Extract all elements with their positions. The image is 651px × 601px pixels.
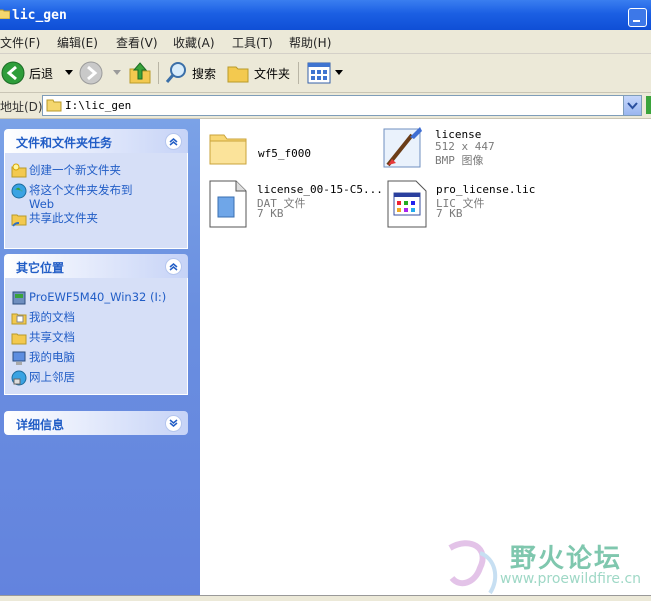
computer-icon [12,351,26,365]
other-places-header[interactable]: 其它位置 [4,254,188,278]
task-label: 共享此文件夹 [29,211,98,225]
file-item[interactable]: wf5_f000 [208,127,368,177]
views-button[interactable] [307,60,343,86]
share-folder-icon [11,214,27,227]
up-folder-icon [129,62,151,84]
chevron-down-icon[interactable] [113,70,121,76]
place-my-computer[interactable]: 我的电脑 [5,350,75,365]
place-network[interactable]: 网上邻居 [5,370,75,386]
forward-arrow-icon [79,61,103,85]
place-label: 我的文档 [29,310,75,324]
chevron-down-icon[interactable] [65,70,74,76]
details-header[interactable]: 详细信息 [4,411,188,435]
documents-folder-icon [11,313,27,325]
search-label: 搜索 [192,66,217,81]
expand-icon[interactable] [165,415,182,432]
toolbar-separator [298,62,299,84]
details-panel: 详细信息 [4,411,188,435]
address-dropdown-button[interactable] [623,96,641,115]
file-item[interactable]: license 512 x 447 BMP 图像 [382,125,582,175]
place-drive[interactable]: ProEWF5M40_Win32 (I:) [5,290,167,305]
details-title: 详细信息 [16,418,65,432]
place-label: 我的电脑 [29,350,75,364]
task-label: 将这个文件夹发布到 [29,183,133,197]
lic-file-icon [387,180,427,228]
view-thumbnails-icon [307,62,331,84]
status-bar [0,595,651,601]
folders-icon [227,66,249,83]
folder-icon [209,134,247,165]
menu-bar: 文件(F) 编辑(E) 查看(V) 收藏(A) 工具(T) 帮助(H) [0,30,651,54]
task-label-line2: Web [29,197,55,211]
up-folder-button[interactable] [128,60,152,86]
collapse-icon[interactable] [165,133,182,150]
back-arrow-icon [1,61,25,85]
place-label: 共享文档 [29,330,75,344]
new-folder-icon [11,163,27,178]
address-bar: 地址(D) I:\lic_gen [0,93,651,119]
file-tasks-panel: 文件和文件夹任务 创建一个新文件夹 将这个文件夹发布到 Web 共享此文件夹 [4,129,188,249]
menu-view[interactable]: 查看(V) [116,34,158,51]
place-my-documents[interactable]: 我的文档 [5,310,75,325]
file-item[interactable]: license_00-15-C5... DAT 文件 7 KB [208,179,383,229]
window-title: lic_gen [12,8,67,23]
place-shared-documents[interactable]: 共享文档 [5,330,75,345]
menu-tools[interactable]: 工具(T) [232,34,273,51]
task-label: 创建一个新文件夹 [29,163,121,177]
other-places-title: 其它位置 [16,261,65,275]
task-pane: 文件和文件夹任务 创建一个新文件夹 将这个文件夹发布到 Web 共享此文件夹 其… [0,119,200,595]
task-share-folder[interactable]: 共享此文件夹 [5,211,98,227]
task-new-folder[interactable]: 创建一个新文件夹 [5,163,121,178]
watermark-url: www.proewildfire.cn [500,571,642,587]
minimize-button[interactable] [628,8,647,27]
folder-icon [46,99,62,112]
chevron-down-icon [627,102,638,110]
file-name: wf5_f000 [258,147,311,160]
collapse-icon[interactable] [165,258,182,275]
drive-icon [12,291,26,305]
menu-file[interactable]: 文件(F) [0,34,40,51]
file-type: BMP 图像 [435,154,484,167]
back-label: 后退 [29,66,54,81]
globe-icon [11,183,27,199]
watermark-text: 野火论坛 [510,544,623,574]
folders-button[interactable]: 文件夹 [226,60,290,86]
chevron-down-icon[interactable] [335,70,343,76]
search-button[interactable]: 搜索 [164,60,216,86]
toolbar-separator [158,62,159,84]
search-icon [165,62,186,83]
file-tasks-title: 文件和文件夹任务 [16,136,113,150]
file-size: 7 KB [257,207,284,220]
network-icon [11,370,27,386]
forward-button[interactable] [79,60,121,86]
address-input[interactable]: I:\lic_gen [42,95,642,116]
shared-folder-icon [11,333,27,345]
menu-help[interactable]: 帮助(H) [289,34,331,51]
folder-icon [0,9,10,19]
title-bar: lic_gen [0,0,651,30]
file-tasks-body: 创建一个新文件夹 将这个文件夹发布到 Web 共享此文件夹 [4,153,188,249]
task-publish-web[interactable]: 将这个文件夹发布到 Web [5,183,133,211]
other-places-body: ProEWF5M40_Win32 (I:) 我的文档 共享文档 我的电脑 网上邻… [4,278,188,395]
file-item[interactable]: pro_license.lic LIC 文件 7 KB [386,179,576,229]
address-label: 地址(D) [0,100,43,114]
place-label: 网上邻居 [29,370,75,384]
menu-edit[interactable]: 编辑(E) [57,34,98,51]
place-label: ProEWF5M40_Win32 (I:) [29,290,167,304]
toolbar: 后退 搜索 文件夹 [0,54,651,93]
bitmap-icon [383,127,422,168]
dat-file-icon [209,180,247,228]
file-size: 7 KB [436,207,463,220]
file-tasks-header[interactable]: 文件和文件夹任务 [4,129,188,153]
folders-label: 文件夹 [254,66,291,81]
file-list: wf5_f000 license 512 x 447 BMP 图像 licens… [200,119,651,595]
address-path: I:\lic_gen [65,99,132,112]
back-button[interactable]: 后退 [1,60,74,86]
menu-favorites[interactable]: 收藏(A) [173,34,215,51]
other-places-panel: 其它位置 ProEWF5M40_Win32 (I:) 我的文档 共享文档 我的电… [4,254,188,395]
go-button[interactable] [646,96,651,114]
